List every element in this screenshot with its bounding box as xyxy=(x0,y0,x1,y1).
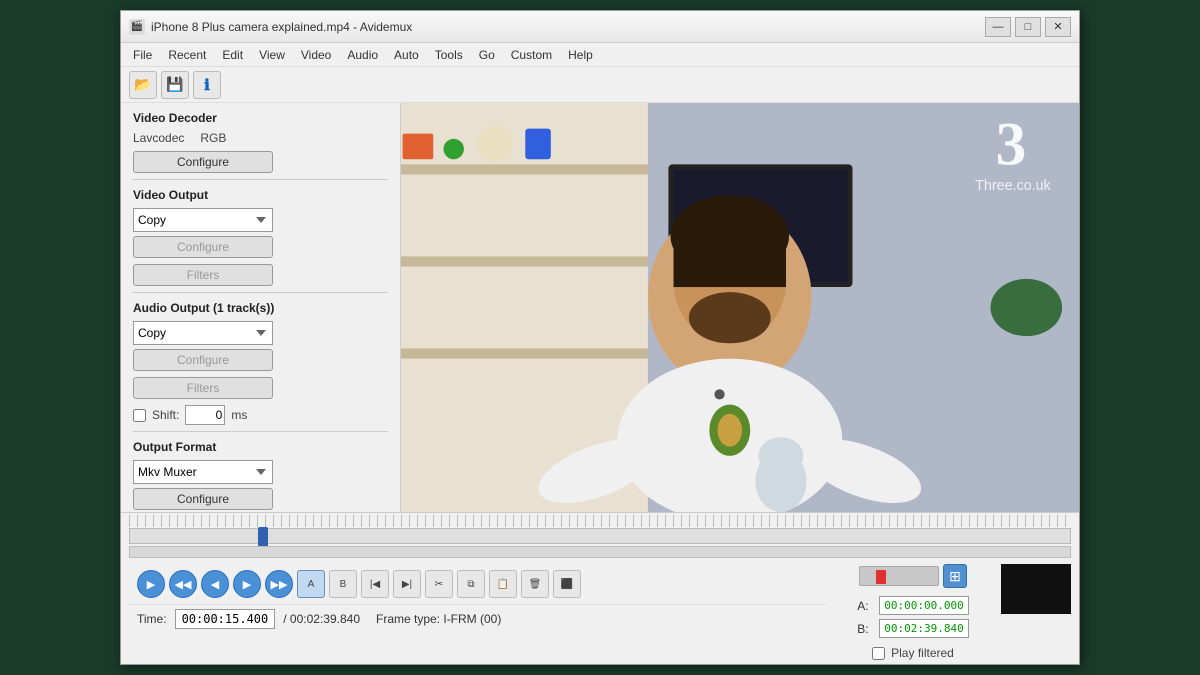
bottom-panel: ▶ ◀◀ ◀ ▶ ▶▶ A B |◀ ▶| ✂ xyxy=(121,512,1079,664)
second-timeline[interactable] xyxy=(129,546,1071,558)
info-button[interactable]: ℹ xyxy=(193,71,221,99)
marker-b-row: B: 00:02:39.840 xyxy=(857,619,968,638)
svg-text:3: 3 xyxy=(996,110,1027,178)
decoder-configure-btn[interactable]: Configure xyxy=(133,151,273,173)
scrubber-handle xyxy=(876,570,886,584)
svg-text:Three.co.uk: Three.co.uk xyxy=(975,178,1051,194)
decoder-row: Lavcodec RGB xyxy=(133,131,388,145)
total-time-display: / 00:02:39.840 xyxy=(283,612,360,626)
audio-configure-btn[interactable]: Configure xyxy=(133,349,273,371)
divider-2 xyxy=(133,292,388,293)
output-format-title: Output Format xyxy=(133,440,388,454)
timeline-wrapper xyxy=(121,513,1079,560)
audio-output-select[interactable]: Copy None AAC MP3 xyxy=(133,321,273,345)
menu-go[interactable]: Go xyxy=(471,46,503,64)
main-window: 🎬 iPhone 8 Plus camera explained.mp4 - A… xyxy=(120,10,1080,665)
audio-filters-btn[interactable]: Filters xyxy=(133,377,273,399)
time-label: Time: xyxy=(137,612,167,626)
menu-help[interactable]: Help xyxy=(560,46,601,64)
menu-file[interactable]: File xyxy=(125,46,160,64)
marker-a-label: A: xyxy=(857,599,873,613)
menu-auto[interactable]: Auto xyxy=(386,46,427,64)
play-filtered-checkbox[interactable] xyxy=(872,647,885,660)
next-keyframe-button[interactable]: ▶| xyxy=(393,570,421,598)
menu-bar: File Recent Edit View Video Audio Auto T… xyxy=(121,43,1079,67)
shift-label: Shift: xyxy=(152,408,179,422)
marker-a-row: A: 00:00:00.000 xyxy=(857,596,968,615)
menu-view[interactable]: View xyxy=(251,46,293,64)
window-title: iPhone 8 Plus camera explained.mp4 - Avi… xyxy=(151,20,412,34)
timeline-bar[interactable] xyxy=(129,528,1071,544)
main-area: Video Decoder Lavcodec RGB Configure Vid… xyxy=(121,103,1079,512)
menu-tools[interactable]: Tools xyxy=(427,46,471,64)
close-button[interactable]: ✕ xyxy=(1045,17,1071,37)
video-frame: 3 Three.co.uk xyxy=(401,103,1079,512)
transport-controls: ▶ ◀◀ ◀ ▶ ▶▶ A B |◀ ▶| ✂ xyxy=(129,564,825,604)
menu-recent[interactable]: Recent xyxy=(160,46,214,64)
menu-edit[interactable]: Edit xyxy=(214,46,251,64)
controls-area: ▶ ◀◀ ◀ ▶ ▶▶ A B |◀ ▶| ✂ xyxy=(129,564,825,660)
play-button[interactable]: ▶ xyxy=(137,570,165,598)
menu-audio[interactable]: Audio xyxy=(339,46,386,64)
marker-a-button[interactable]: A xyxy=(297,570,325,598)
video-output-title: Video Output xyxy=(133,188,388,202)
video-output-select[interactable]: Copy None MPEG-4 AVC HEVC xyxy=(133,208,273,232)
marker-b-label: B: xyxy=(857,622,873,636)
video-display: 3 Three.co.uk xyxy=(401,103,1079,512)
app-icon: 🎬 xyxy=(129,19,145,35)
shift-input[interactable]: 0 xyxy=(185,405,225,425)
format-select[interactable]: Mkv Muxer MP4 Muxer AVI Muxer xyxy=(133,460,273,484)
cut-button[interactable]: ✂ xyxy=(425,570,453,598)
tick-marks xyxy=(129,515,1071,527)
ms-label: ms xyxy=(231,408,247,422)
right-controls: ⊞ A: 00:00:00.000 B: 00:02:39.840 xyxy=(833,564,993,660)
minimize-button[interactable]: — xyxy=(985,17,1011,37)
play-filtered-row: Play filtered xyxy=(872,646,954,660)
title-bar: 🎬 iPhone 8 Plus camera explained.mp4 - A… xyxy=(121,11,1079,43)
delete-button[interactable]: 🗑 xyxy=(521,570,549,598)
marker-b-time: 00:02:39.840 xyxy=(879,619,968,638)
back-small-button[interactable]: ◀ xyxy=(201,570,229,598)
status-row: Time: 00:00:15.400 / 00:02:39.840 Frame … xyxy=(129,604,825,633)
play-filtered-label: Play filtered xyxy=(891,646,954,660)
open-button[interactable]: 📂 xyxy=(129,71,157,99)
marker-a-time: 00:00:00.000 xyxy=(879,596,968,615)
save-button[interactable]: 💾 xyxy=(161,71,189,99)
marker-b-button[interactable]: B xyxy=(329,570,357,598)
extra-button[interactable]: ⬛ xyxy=(553,570,581,598)
divider-1 xyxy=(133,179,388,180)
copy-button[interactable]: ⧉ xyxy=(457,570,485,598)
ab-markers: A: 00:00:00.000 B: 00:02:39.840 xyxy=(857,596,968,638)
shift-row: Shift: 0 ms xyxy=(133,405,388,425)
paste-button[interactable]: 📋 xyxy=(489,570,517,598)
prev-keyframe-button[interactable]: |◀ xyxy=(361,570,389,598)
zoom-scrubber[interactable] xyxy=(859,566,939,586)
forward-small-button[interactable]: ▶ xyxy=(233,570,261,598)
video-filters-btn[interactable]: Filters xyxy=(133,264,273,286)
maximize-button[interactable]: □ xyxy=(1015,17,1041,37)
timeline-cursor[interactable] xyxy=(258,527,268,547)
lavcodec-label: Lavcodec xyxy=(133,131,184,145)
current-time-display[interactable]: 00:00:15.400 xyxy=(175,609,276,629)
video-decoder-title: Video Decoder xyxy=(133,111,388,125)
toolbar: 📂 💾 ℹ xyxy=(121,67,1079,103)
video-configure-btn[interactable]: Configure xyxy=(133,236,273,258)
menu-custom[interactable]: Custom xyxy=(503,46,560,64)
frame-type-info: Frame type: I-FRM (00) xyxy=(376,612,501,626)
back-large-button[interactable]: ◀◀ xyxy=(169,570,197,598)
shift-checkbox[interactable] xyxy=(133,409,146,422)
scrubber-row: ⊞ xyxy=(859,564,967,588)
mini-preview xyxy=(1001,564,1071,614)
zoom-button[interactable]: ⊞ xyxy=(943,564,967,588)
divider-3 xyxy=(133,431,388,432)
menu-video[interactable]: Video xyxy=(293,46,339,64)
forward-large-button[interactable]: ▶▶ xyxy=(265,570,293,598)
audio-output-title: Audio Output (1 track(s)) xyxy=(133,301,388,315)
window-controls: — □ ✕ xyxy=(985,17,1071,37)
title-bar-left: 🎬 iPhone 8 Plus camera explained.mp4 - A… xyxy=(129,19,412,35)
left-panel: Video Decoder Lavcodec RGB Configure Vid… xyxy=(121,103,401,512)
format-configure-btn[interactable]: Configure xyxy=(133,488,273,510)
video-svg: 3 Three.co.uk xyxy=(401,103,1079,512)
rgb-label: RGB xyxy=(200,131,226,145)
